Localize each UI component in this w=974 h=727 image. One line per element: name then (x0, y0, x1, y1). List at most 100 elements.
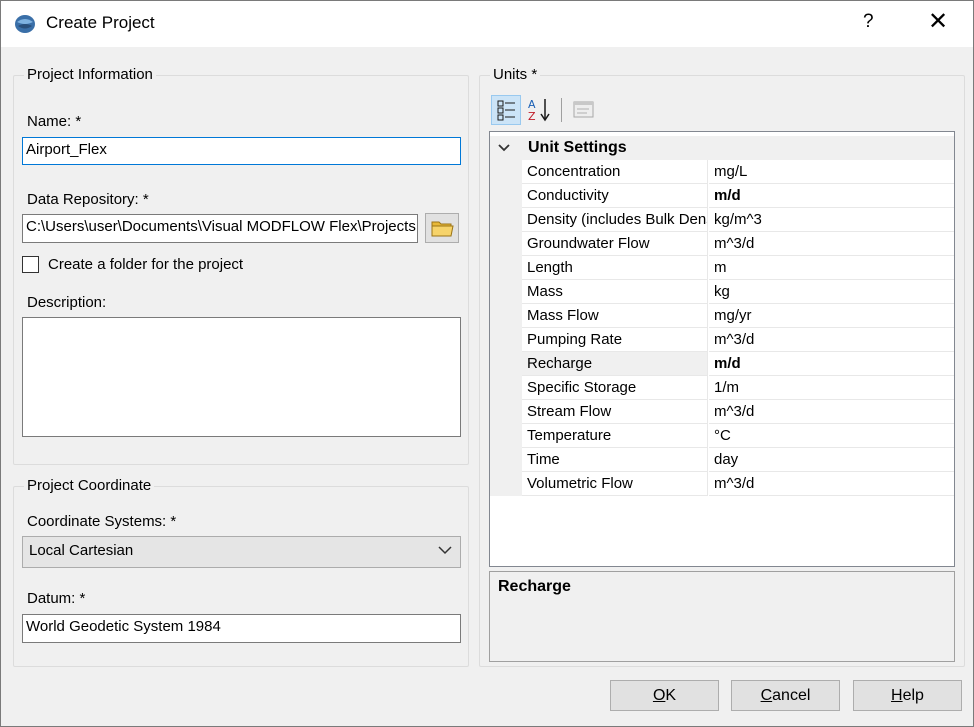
sort-alphabetical-icon: A Z (528, 98, 550, 123)
data-repository-label: Data Repository: * (27, 191, 149, 208)
property-value[interactable]: m^3/d (709, 328, 954, 352)
property-row-gutter (490, 328, 522, 352)
property-name[interactable]: Time (522, 448, 708, 472)
property-name[interactable]: Recharge (522, 352, 708, 376)
property-pages-icon (573, 101, 594, 118)
coordinate-systems-select[interactable]: Local Cartesian (22, 536, 461, 568)
property-name[interactable]: Mass (522, 280, 708, 304)
property-row[interactable]: Specific Storage 1/m (490, 376, 954, 400)
title-bar: Create Project ? ✕ (1, 1, 973, 47)
property-row[interactable]: Concentration mg/L (490, 160, 954, 184)
property-value[interactable]: mg/yr (709, 304, 954, 328)
property-name[interactable]: Mass Flow (522, 304, 708, 328)
collapse-chevron-icon[interactable] (498, 143, 510, 153)
property-row-gutter (490, 424, 522, 448)
property-value[interactable]: kg (709, 280, 954, 304)
property-value[interactable]: m/d (709, 184, 954, 208)
folder-icon (431, 221, 454, 237)
svg-text:Z: Z (528, 110, 536, 123)
property-row[interactable]: Groundwater Flow m^3/d (490, 232, 954, 256)
help-label-rest: elp (902, 687, 924, 704)
property-row[interactable]: Recharge m/d (490, 352, 954, 376)
property-value[interactable]: m (709, 256, 954, 280)
ok-label-rest: K (665, 687, 677, 704)
cancel-button[interactable]: Cancel (731, 680, 840, 711)
property-row[interactable]: Length m (490, 256, 954, 280)
property-value[interactable]: kg/m^3 (709, 208, 954, 232)
data-repository-input[interactable]: C:\Users\user\Documents\Visual MODFLOW F… (22, 214, 418, 243)
ok-mnemonic: O (652, 687, 666, 704)
property-value[interactable]: m^3/d (709, 472, 954, 496)
property-name[interactable]: Stream Flow (522, 400, 708, 424)
category-label: Unit Settings (528, 139, 627, 156)
property-row-gutter (490, 352, 522, 376)
description-textarea[interactable] (22, 317, 461, 437)
coordinate-systems-label: Coordinate Systems: * (27, 513, 177, 530)
category-row-unit-settings[interactable]: Unit Settings (490, 136, 954, 160)
create-folder-label[interactable]: Create a folder for the project (48, 256, 243, 273)
units-title: Units * (490, 66, 541, 83)
coordinate-systems-value: Local Cartesian (29, 542, 134, 559)
property-name[interactable]: Specific Storage (522, 376, 708, 400)
close-button[interactable]: ✕ (928, 8, 948, 36)
description-label: Description: (27, 294, 107, 311)
datum-label: Datum: * (27, 590, 86, 607)
property-row[interactable]: Density (includes Bulk Density)kg/m^3 (490, 208, 954, 232)
property-value[interactable]: mg/L (709, 160, 954, 184)
property-pages-button[interactable] (569, 95, 599, 125)
property-description-panel: Recharge (489, 571, 955, 662)
property-value[interactable]: m^3/d (709, 400, 954, 424)
property-row[interactable]: Volumetric Flow m^3/d (490, 472, 954, 496)
property-name[interactable]: Volumetric Flow (522, 472, 708, 496)
property-name[interactable]: Temperature (522, 424, 708, 448)
property-row[interactable]: Mass kg (490, 280, 954, 304)
units-property-grid[interactable]: Unit Settings Concentration mg/L Conductiv… (489, 131, 955, 567)
property-row-gutter (490, 256, 522, 280)
property-row[interactable]: Pumping Rate m^3/d (490, 328, 954, 352)
property-row[interactable]: Mass Flow mg/yr (490, 304, 954, 328)
categorized-view-icon (497, 100, 515, 121)
help-button[interactable]: Help (853, 680, 962, 711)
cancel-label-rest: ancel (772, 687, 811, 704)
chevron-down-icon (438, 546, 452, 555)
ok-button[interactable]: OK (610, 680, 719, 711)
project-coordinate-title: Project Coordinate (24, 477, 155, 494)
property-description-title: Recharge (498, 578, 571, 595)
property-name[interactable]: Conductivity (522, 184, 708, 208)
property-value[interactable]: day (709, 448, 954, 472)
property-row-gutter (490, 232, 522, 256)
property-value[interactable]: 1/m (709, 376, 954, 400)
property-row-gutter (490, 160, 522, 184)
categorized-view-button[interactable] (491, 95, 521, 125)
toolbar-separator (561, 98, 562, 122)
name-label: Name: * (27, 113, 82, 130)
property-row-gutter (490, 448, 522, 472)
project-information-title: Project Information (24, 66, 156, 83)
datum-input[interactable]: World Geodetic System 1984 (22, 614, 461, 643)
property-value[interactable]: m/d (709, 352, 954, 376)
property-name[interactable]: Concentration (522, 160, 708, 184)
property-name[interactable]: Density (includes Bulk Density) (522, 208, 708, 232)
property-row-gutter (490, 400, 522, 424)
property-grid-toolbar: A Z (489, 95, 949, 127)
window-title: Create Project (46, 13, 155, 32)
app-logo-icon (15, 15, 35, 33)
property-value[interactable]: °C (709, 424, 954, 448)
property-name[interactable]: Pumping Rate (522, 328, 708, 352)
property-name[interactable]: Groundwater Flow (522, 232, 708, 256)
help-mnemonic: H (891, 687, 903, 704)
property-row-gutter (490, 304, 522, 328)
name-input[interactable]: Airport_Flex (22, 137, 461, 165)
property-row[interactable]: Temperature °C (490, 424, 954, 448)
property-row[interactable]: Stream Flow m^3/d (490, 400, 954, 424)
alphabetical-sort-button[interactable]: A Z (525, 95, 555, 125)
create-folder-checkbox[interactable] (22, 256, 39, 273)
property-name[interactable]: Length (522, 256, 708, 280)
help-title-button[interactable]: ? (863, 11, 874, 33)
property-value[interactable]: m^3/d (709, 232, 954, 256)
property-row[interactable]: Conductivity m/d (490, 184, 954, 208)
property-row-gutter (490, 208, 522, 232)
property-row[interactable]: Time day (490, 448, 954, 472)
property-row-gutter (490, 184, 522, 208)
browse-folder-button[interactable] (425, 213, 459, 243)
